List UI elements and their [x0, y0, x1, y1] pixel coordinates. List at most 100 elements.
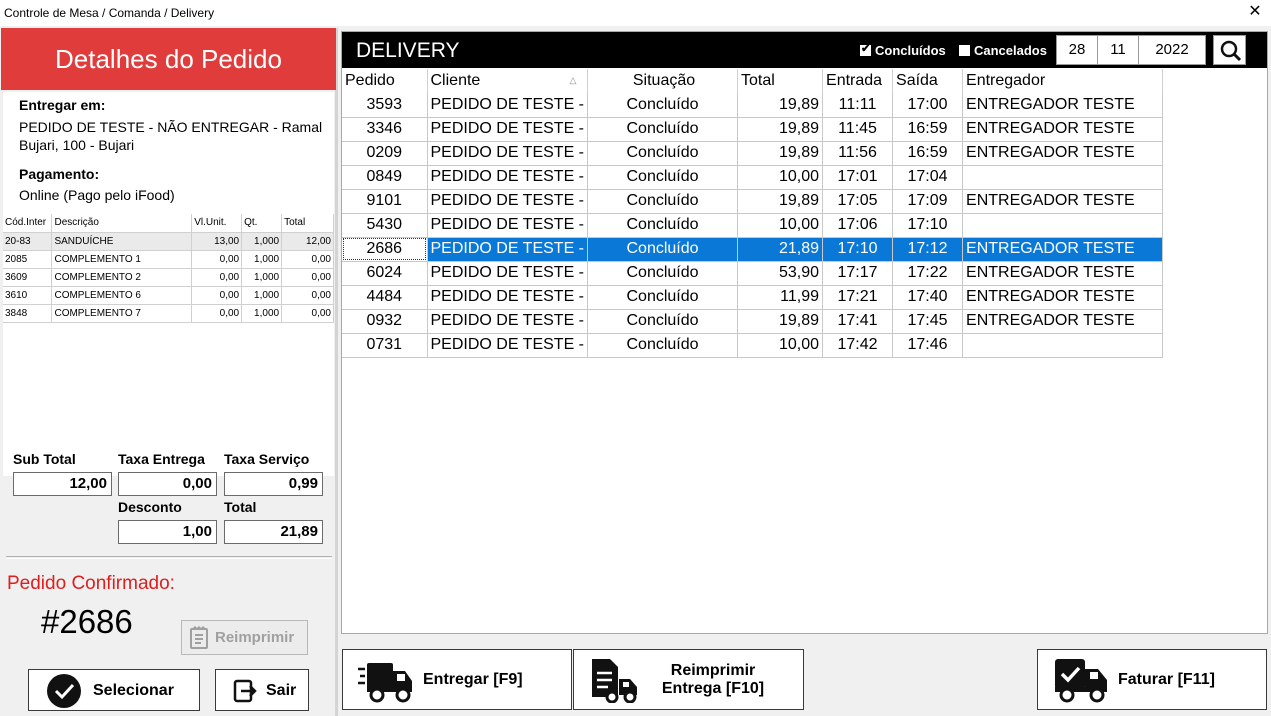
cell-cliente: PEDIDO DE TESTE - [427, 141, 589, 166]
item-qty: 1,000 [241, 304, 283, 323]
table-row[interactable]: 4484 PEDIDO DE TESTE - Concluído 11,99 1… [342, 285, 1164, 310]
reprint-delivery-line1: Reimprimir [670, 662, 756, 679]
col-total[interactable]: Total [737, 69, 824, 93]
cell-cliente: PEDIDO DE TESTE - [427, 189, 589, 214]
date-month-field[interactable]: 11 [1097, 35, 1139, 65]
item-row[interactable]: 3609 COMPLEMENTO 2 0,00 1,000 0,00 [3, 268, 334, 287]
table-row[interactable]: 0932 PEDIDO DE TESTE - Concluído 19,89 1… [342, 309, 1164, 334]
date-year-field[interactable]: 2022 [1138, 35, 1206, 65]
item-description: COMPLEMENTO 6 [51, 286, 193, 305]
item-code: 20-83 [3, 232, 53, 251]
item-unit-price: 0,00 [191, 286, 243, 305]
cell-saida: 16:59 [892, 117, 964, 142]
items-header-row: Cód.Inter Descrição Vl.Unit. Qt. Total [3, 214, 334, 233]
cell-total: 19,89 [737, 189, 824, 214]
cell-pedido: 0209 [342, 141, 428, 166]
delivery-fee-field: 0,00 [118, 472, 217, 496]
invoice-button[interactable]: Faturar [F11] [1037, 649, 1267, 710]
cell-situacao: Concluído [587, 261, 739, 286]
cell-total: 10,00 [737, 165, 824, 190]
subtotal-field: 12,00 [13, 472, 112, 496]
cell-entregador: ENTREGADOR TESTE [962, 189, 1164, 214]
cell-pedido: 5430 [342, 213, 428, 238]
item-total: 0,00 [281, 250, 334, 269]
items-col-unit-price[interactable]: Vl.Unit. [191, 214, 243, 233]
item-qty: 1,000 [241, 250, 283, 269]
cell-pedido: 0932 [342, 309, 428, 334]
items-col-code[interactable]: Cód.Inter [3, 214, 53, 233]
item-unit-price: 13,00 [191, 232, 243, 251]
col-saida[interactable]: Saída [892, 69, 964, 93]
subtotal-label: Sub Total [13, 451, 76, 467]
cell-cliente: PEDIDO DE TESTE - [427, 213, 589, 238]
item-description: COMPLEMENTO 1 [51, 250, 193, 269]
item-qty: 1,000 [241, 232, 283, 251]
cell-saida: 17:45 [892, 309, 964, 334]
filter-cancelados-label: Cancelados [974, 43, 1047, 58]
deliver-address-line1: PEDIDO DE TESTE - NÃO ENTREGAR - Ramal [19, 119, 323, 135]
reprint-delivery-button[interactable]: Reimprimir Entrega [F10] [573, 649, 804, 710]
cell-pedido: 0731 [342, 333, 428, 358]
col-pedido[interactable]: Pedido [342, 69, 428, 93]
table-row-selected[interactable]: 2686 PEDIDO DE TESTE - Concluído 21,89 1… [342, 237, 1164, 262]
cell-cliente: PEDIDO DE TESTE - [427, 333, 589, 358]
item-row[interactable]: 3848 COMPLEMENTO 7 0,00 1,000 0,00 [3, 304, 334, 323]
cell-entregador: ENTREGADOR TESTE [962, 141, 1164, 166]
reprint-button[interactable]: Reimprimir [181, 620, 308, 655]
cell-entrada: 17:10 [822, 237, 894, 262]
filter-cancelados-checkbox[interactable]: Cancelados [959, 43, 1047, 58]
col-entrada[interactable]: Entrada [822, 69, 894, 93]
deliver-label: Entregar [F9] [423, 671, 523, 688]
grid-header-row: Pedido Cliente △ Situação Total Entrada S… [342, 69, 1164, 93]
exit-label: Sair [266, 682, 297, 699]
search-button[interactable] [1213, 35, 1246, 65]
filter-concluidos-label: Concluídos [875, 43, 946, 58]
cell-entregador: ENTREGADOR TESTE [962, 309, 1164, 334]
items-col-description[interactable]: Descrição [51, 214, 193, 233]
reprint-delivery-label: Reimprimir Entrega [F10] [648, 662, 778, 698]
col-situacao[interactable]: Situação [587, 69, 739, 93]
table-row[interactable]: 3346 PEDIDO DE TESTE - Concluído 19,89 1… [342, 117, 1164, 142]
table-row[interactable]: 0731 PEDIDO DE TESTE - Concluído 10,00 1… [342, 333, 1164, 358]
close-icon[interactable]: ✕ [1247, 3, 1263, 21]
discount-field: 1,00 [118, 520, 217, 544]
item-row[interactable]: 2085 COMPLEMENTO 1 0,00 1,000 0,00 [3, 250, 334, 269]
cell-entrada: 17:42 [822, 333, 894, 358]
cell-total: 11,99 [737, 285, 824, 310]
cell-pedido: 4484 [342, 285, 428, 310]
exit-icon [233, 679, 257, 708]
cell-entregador: ENTREGADOR TESTE [962, 261, 1164, 286]
filter-concluidos-checkbox[interactable]: ✔ Concluídos [860, 43, 946, 58]
table-row[interactable]: 0849 PEDIDO DE TESTE - Concluído 10,00 1… [342, 165, 1164, 190]
exit-button[interactable]: Sair [215, 669, 309, 711]
item-code: 3848 [3, 304, 53, 323]
item-row[interactable]: 20-83 SANDUÍCHE 13,00 1,000 12,00 [3, 232, 334, 251]
date-day-field[interactable]: 28 [1056, 35, 1098, 65]
cell-pedido: 2686 [342, 237, 428, 262]
table-row[interactable]: 0209 PEDIDO DE TESTE - Concluído 19,89 1… [342, 141, 1164, 166]
items-col-qty[interactable]: Qt. [241, 214, 283, 233]
deliver-button[interactable]: Entregar [F9] [342, 649, 572, 710]
col-entregador[interactable]: Entregador [962, 69, 1164, 93]
order-number: #2686 [41, 603, 133, 640]
table-row[interactable]: 3593 PEDIDO DE TESTE - Concluído 19,89 1… [342, 93, 1164, 118]
cell-entregador: ENTREGADOR TESTE [962, 117, 1164, 142]
total-field: 21,89 [224, 520, 323, 544]
delivery-panel: DELIVERY ✔ Concluídos Cancelados 28 11 20… [341, 31, 1268, 634]
payment-label: Pagamento: [19, 166, 100, 182]
col-cliente[interactable]: Cliente △ [427, 69, 589, 93]
select-button[interactable]: Selecionar [28, 669, 200, 711]
items-col-total[interactable]: Total [281, 214, 334, 233]
document-truck-icon [588, 657, 640, 708]
item-description: SANDUÍCHE [51, 232, 193, 251]
item-row[interactable]: 3610 COMPLEMENTO 6 0,00 1,000 0,00 [3, 286, 334, 305]
table-row[interactable]: 6024 PEDIDO DE TESTE - Concluído 53,90 1… [342, 261, 1164, 286]
table-row[interactable]: 9101 PEDIDO DE TESTE - Concluído 19,89 1… [342, 189, 1164, 214]
delivery-title: DELIVERY [356, 39, 460, 62]
item-description: COMPLEMENTO 7 [51, 304, 193, 323]
cell-cliente: PEDIDO DE TESTE - [427, 165, 589, 190]
cell-saida: 17:46 [892, 333, 964, 358]
table-row[interactable]: 5430 PEDIDO DE TESTE - Concluído 10,00 1… [342, 213, 1164, 238]
truck-icon [357, 659, 415, 708]
cell-cliente: PEDIDO DE TESTE - [427, 261, 589, 286]
